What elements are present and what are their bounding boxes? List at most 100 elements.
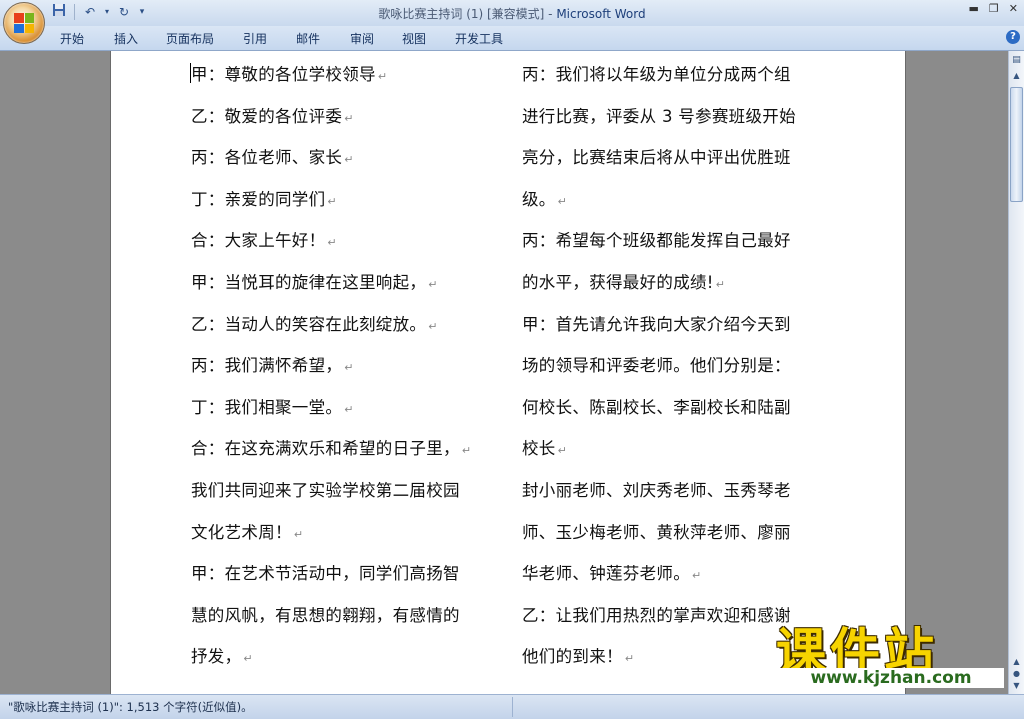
left-column-line: 丁：亲爱的同学们 ↵ xyxy=(191,179,501,221)
left-column-line: 合：大家上午好！ ↵ xyxy=(191,220,501,262)
window-title-doc: 歌咏比赛主持词 (1) [兼容模式] - xyxy=(378,7,557,21)
close-icon[interactable]: ✕ xyxy=(1009,2,1018,15)
tab-insert[interactable]: 插入 xyxy=(114,30,138,47)
left-column-line-text: 丁：我们相聚一堂。 xyxy=(191,397,343,417)
paragraph-mark-icon: ↵ xyxy=(327,194,337,208)
status-bar: "歌咏比赛主持词 (1)": 1,513 个字符(近似值)。 xyxy=(0,694,1024,719)
paragraph-mark-icon: ↵ xyxy=(428,319,438,333)
left-column-line: 慧的风帆，有思想的翱翔，有感情的 xyxy=(191,595,501,637)
window-title-app: Microsoft Word xyxy=(556,7,646,21)
right-column-line: 丙：希望每个班级都能发挥自己最好 xyxy=(522,220,832,262)
right-column-line-text: 何校长、陈副校长、李副校长和陆副 xyxy=(522,397,791,417)
paragraph-mark-icon: ↵ xyxy=(557,444,568,458)
left-column-line: 我们共同迎来了实验学校第二届校园 xyxy=(191,470,501,512)
watermark-logo: 课件站 www.kjzhan.com xyxy=(768,612,1008,694)
left-column-line-text: 我们共同迎来了实验学校第二届校园 xyxy=(191,480,460,500)
left-column-line-text: 甲：在艺术节活动中，同学们高扬智 xyxy=(191,564,460,584)
right-column-line-text: 进行比赛，评委从 3 号参赛班级开始 xyxy=(522,106,796,126)
paragraph-mark-icon: ↵ xyxy=(243,652,253,666)
right-column-line: 进行比赛，评委从 3 号参赛班级开始 xyxy=(522,96,832,138)
restore-icon[interactable]: ❐ xyxy=(989,2,999,15)
right-column-line: 级。 ↵ xyxy=(522,179,832,221)
tab-home[interactable]: 开始 xyxy=(60,30,84,47)
paragraph-mark-icon: ↵ xyxy=(715,277,726,291)
right-column: 丙：我们将以年级为单位分成两个组 进行比赛，评委从 3 号参赛班级开始亮分，比赛结… xyxy=(522,54,832,678)
paragraph-mark-icon: ↵ xyxy=(293,527,304,541)
left-column-line-text: 丙：我们满怀希望， xyxy=(191,356,343,376)
left-column-line: 丙：我们满怀希望， ↵ xyxy=(191,345,501,387)
right-column-line-text: 封小丽老师、刘庆秀老师、玉秀琴老 xyxy=(522,480,791,500)
office-logo-icon xyxy=(14,13,34,33)
left-column-line-text: 抒发， xyxy=(191,647,242,667)
left-column-line: 抒发， ↵ xyxy=(191,636,501,678)
tab-mailings[interactable]: 邮件 xyxy=(296,30,320,47)
paragraph-mark-icon: ↵ xyxy=(557,194,568,208)
browse-object-icon[interactable]: ● xyxy=(1010,669,1023,680)
right-column-line-text: 场的领导和评委老师。他们分别是： xyxy=(522,356,791,376)
tab-view[interactable]: 视图 xyxy=(402,30,426,47)
right-column-line: 何校长、陈副校长、李副校长和陆副 xyxy=(522,387,832,429)
scroll-thumb[interactable] xyxy=(1010,87,1023,202)
right-column-line: 甲：首先请允许我向大家介绍今天到 xyxy=(522,304,832,346)
left-column-line-text: 甲：当悦耳的旋律在这里响起， xyxy=(191,272,427,292)
paragraph-mark-icon: ↵ xyxy=(377,70,388,83)
left-column-line: 文化艺术周！ ↵ xyxy=(191,512,501,554)
paragraph-mark-icon: ↵ xyxy=(344,111,354,125)
left-column-line-text: 丁：亲爱的同学们 xyxy=(191,189,326,209)
title-bar: ↶ ▾ ↻ ▾ 歌咏比赛主持词 (1) [兼容模式] - Microsoft W… xyxy=(0,0,1024,26)
help-icon[interactable]: ? xyxy=(1006,30,1020,44)
next-page-icon[interactable]: ▼ xyxy=(1010,681,1023,692)
left-column-line-text: 乙：敬爱的各位评委 xyxy=(191,106,343,126)
left-column-line-text: 乙：当动人的笑容在此刻绽放。 xyxy=(191,314,427,334)
left-column-line: 丁：我们相聚一堂。 ↵ xyxy=(191,387,501,429)
vertical-scrollbar[interactable]: ▤ ▲ ▲ ● ▼ xyxy=(1008,51,1024,694)
right-column-line: 封小丽老师、刘庆秀老师、玉秀琴老 xyxy=(522,470,832,512)
left-column-line-text: 甲：尊敬的各位学校领导 xyxy=(191,65,376,84)
window-title: 歌咏比赛主持词 (1) [兼容模式] - Microsoft Word xyxy=(0,5,1024,22)
tab-references[interactable]: 引用 xyxy=(243,30,267,47)
scroll-up-icon[interactable]: ▲ xyxy=(1010,71,1023,83)
left-column-line-text: 合：在这充满欢乐和希望的日子里， xyxy=(191,439,460,459)
previous-page-icon[interactable]: ▲ xyxy=(1010,657,1023,668)
left-column-line-text: 文化艺术周！ xyxy=(191,522,292,542)
right-column-line: 校长 ↵ xyxy=(522,428,832,470)
right-column-line-text: 乙：让我们用热烈的掌声欢迎和感谢 xyxy=(522,605,791,625)
status-divider xyxy=(512,697,513,717)
paragraph-mark-icon: ↵ xyxy=(428,277,438,291)
tab-developer[interactable]: 开发工具 xyxy=(455,30,503,47)
status-word-count[interactable]: "歌咏比赛主持词 (1)": 1,513 个字符(近似值)。 xyxy=(8,699,253,715)
right-column-line-text: 华老师、钟莲芬老师。 xyxy=(522,564,690,584)
tab-review[interactable]: 审阅 xyxy=(350,30,374,47)
right-column-line-text: 甲：首先请允许我向大家介绍今天到 xyxy=(522,314,791,334)
watermark-url: www.kjzhan.com xyxy=(778,668,1004,688)
left-column-line: 甲：在艺术节活动中，同学们高扬智 xyxy=(191,553,501,595)
ruler-toggle-icon[interactable]: ▤ xyxy=(1010,55,1023,69)
right-column-line-text: 他们的到来！ xyxy=(522,647,623,667)
left-column-line: 乙：当动人的笑容在此刻绽放。 ↵ xyxy=(191,304,501,346)
paragraph-mark-icon: ↵ xyxy=(327,236,337,250)
left-column: 甲：尊敬的各位学校领导 ↵ 乙：敬爱的各位评委 ↵ 丙：各位老师、家长 ↵ 丁：亲爱的同学们… xyxy=(191,54,501,678)
paragraph-mark-icon: ↵ xyxy=(461,444,472,458)
right-column-line-text: 级。 xyxy=(522,189,556,209)
window-controls: ▬ ❐ ✕ xyxy=(969,2,1019,15)
right-column-line-text: 丙：我们将以年级为单位分成两个组 xyxy=(522,65,791,84)
right-column-line: 师、玉少梅老师、黄秋萍老师、廖丽 xyxy=(522,512,832,554)
left-column-line: 乙：敬爱的各位评委 ↵ xyxy=(191,96,501,138)
ribbon-tab-bar: 开始 插入 页面布局 引用 邮件 审阅 视图 开发工具 xyxy=(0,26,1024,51)
left-column-line: 合：在这充满欢乐和希望的日子里， ↵ xyxy=(191,428,501,470)
document-page[interactable]: 甲：尊敬的各位学校领导 ↵ 乙：敬爱的各位评委 ↵ 丙：各位老师、家长 ↵ 丁：亲爱的同学们… xyxy=(110,51,906,694)
document-area: 甲：尊敬的各位学校领导 ↵ 乙：敬爱的各位评委 ↵ 丙：各位老师、家长 ↵ 丁：亲爱的同学们… xyxy=(0,51,1008,694)
left-column-line-text: 慧的风帆，有思想的翱翔，有感情的 xyxy=(191,605,460,625)
office-button[interactable] xyxy=(3,2,45,44)
minimize-icon[interactable]: ▬ xyxy=(969,2,979,15)
right-column-line-text: 丙：希望每个班级都能发挥自己最好 xyxy=(522,231,791,251)
paragraph-mark-icon: ↵ xyxy=(692,569,702,583)
left-column-line: 丙：各位老师、家长 ↵ xyxy=(191,137,501,179)
right-column-line-text: 校长 xyxy=(522,439,556,459)
right-column-line: 的水平，获得最好的成绩! ↵ xyxy=(522,262,832,304)
left-column-line-text: 合：大家上午好！ xyxy=(191,231,326,251)
left-column-line: 甲：尊敬的各位学校领导 ↵ xyxy=(191,54,501,96)
tab-page-layout[interactable]: 页面布局 xyxy=(166,30,214,47)
right-column-line: 亮分，比赛结束后将从中评出优胜班 xyxy=(522,137,832,179)
right-column-line-text: 师、玉少梅老师、黄秋萍老师、廖丽 xyxy=(522,522,791,542)
